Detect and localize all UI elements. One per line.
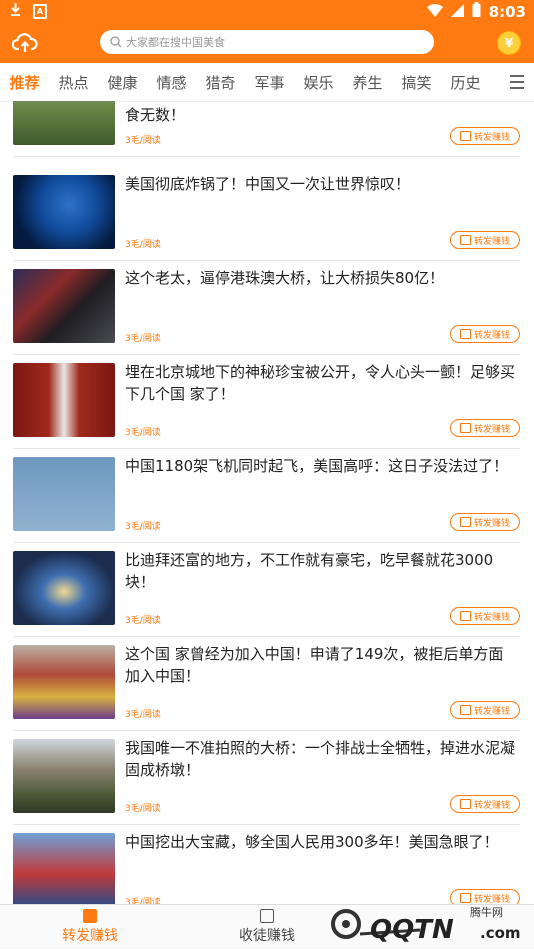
list-item[interactable]: 比迪拜还富的地方，不工作就有豪宅，吃早餐就花3000块！ 3毛/阅读 转发赚钱 (13, 543, 520, 637)
list-item[interactable]: 这个老太，逼停港珠澳大桥，让大桥损失80亿！ 3毛/阅读 转发赚钱 (13, 261, 520, 355)
share-label: 转发赚钱 (473, 612, 510, 623)
search-icon (110, 36, 122, 48)
tab-wellness[interactable]: 养生 (343, 72, 392, 93)
share-label: 转发赚钱 (473, 800, 510, 811)
svg-text:.com: .com (480, 924, 521, 942)
share-earn-button[interactable]: 转发赚钱 (450, 795, 520, 813)
status-bar: A 8:03 (0, 0, 534, 23)
share-icon (459, 517, 471, 527)
article-thumbnail (13, 551, 115, 625)
article-price: 3毛/阅读 (125, 334, 161, 344)
watermark-site: 腾牛网 (470, 905, 503, 919)
menu-icon[interactable] (510, 75, 524, 93)
article-price: 3毛/阅读 (125, 522, 161, 532)
nav-recruit-earn[interactable]: 收徒赚钱 (207, 909, 327, 945)
list-item[interactable]: 埋在北京城地下的神秘珍宝被公开，令人心头一颤！足够买下几个国 家了！ 3毛/阅读… (13, 355, 520, 449)
nav-share-earn[interactable]: 转发赚钱 (30, 909, 150, 945)
article-thumbnail (13, 645, 115, 719)
article-thumbnail (13, 833, 115, 904)
share-label: 转发赚钱 (473, 236, 510, 247)
share-label: 转发赚钱 (473, 424, 510, 435)
tab-curious[interactable]: 猎奇 (196, 72, 245, 93)
tab-hot[interactable]: 热点 (49, 72, 98, 93)
battery-icon (472, 2, 481, 21)
article-title: 这个老太，逼停港珠澳大桥，让大桥损失80亿！ (125, 269, 445, 287)
share-earn-button[interactable]: 转发赚钱 (450, 127, 520, 145)
article-list[interactable]: 食无数！ 3毛/阅读 转发赚钱 美国彻底炸锅了！中国又一次让世界惊叹！ 3毛/阅… (0, 101, 534, 904)
svg-text:QQTN: QQTN (370, 915, 454, 945)
article-title: 比迪拜还富的地方，不工作就有豪宅，吃早餐就花3000块！ (125, 551, 494, 591)
tab-funny[interactable]: 搞笑 (392, 72, 441, 93)
article-thumbnail (13, 101, 115, 145)
article-thumbnail (13, 739, 115, 813)
article-price: 3毛/阅读 (125, 428, 161, 438)
share-earn-button[interactable]: 转发赚钱 (450, 231, 520, 249)
nav-label: 转发赚钱 (62, 928, 118, 944)
article-title: 埋在北京城地下的神秘珍宝被公开，令人心头一颤！足够买下几个国 家了！ (125, 363, 516, 403)
tab-entertainment[interactable]: 娱乐 (294, 72, 343, 93)
tab-emotion[interactable]: 情感 (147, 72, 196, 93)
tab-recommend[interactable]: 推荐 (0, 72, 49, 93)
article-price: 3毛/阅读 (125, 616, 161, 626)
share-icon (459, 611, 471, 621)
download-icon (10, 3, 21, 20)
share-label: 转发赚钱 (473, 518, 510, 529)
share-earn-button[interactable]: 转发赚钱 (450, 325, 520, 343)
article-title: 食无数！ (125, 106, 186, 124)
search-placeholder: 大家都在搜中国美食 (126, 36, 225, 49)
clock: 8:03 (488, 2, 526, 21)
share-earn-button[interactable]: 转发赚钱 (450, 701, 520, 719)
share-earn-button[interactable]: 转发赚钱 (450, 419, 520, 437)
article-thumbnail (13, 269, 115, 343)
coin-icon[interactable]: ¥ (497, 31, 521, 55)
a-icon: A (33, 4, 47, 19)
share-icon (459, 329, 471, 339)
article-title: 美国彻底炸锅了！中国又一次让世界惊叹！ (125, 175, 411, 193)
share-icon (459, 235, 471, 245)
article-thumbnail (13, 457, 115, 531)
list-item[interactable]: 中国挖出大宝藏，够全国人民用300多年！美国急眼了！ 3毛/阅读 转发赚钱 (13, 825, 520, 904)
tab-history[interactable]: 历史 (441, 72, 490, 93)
search-input[interactable]: 大家都在搜中国美食 (100, 30, 434, 54)
share-label: 转发赚钱 (473, 132, 510, 143)
list-item[interactable]: 我国唯一不准拍照的大桥：一个排战士全牺牲，掉进水泥凝固成桥墩！ 3毛/阅读 转发… (13, 731, 520, 825)
cloud-upload-icon[interactable] (12, 30, 38, 56)
list-item[interactable]: 中国1180架飞机同时起飞，美国高呼：这日子没法过了！ 3毛/阅读 转发赚钱 (13, 449, 520, 543)
article-thumbnail (13, 363, 115, 437)
share-icon (459, 705, 471, 715)
share-earn-icon (83, 909, 97, 923)
tab-health[interactable]: 健康 (98, 72, 147, 93)
list-item[interactable]: 美国彻底炸锅了！中国又一次让世界惊叹！ 3毛/阅读 转发赚钱 (13, 167, 520, 261)
share-earn-button[interactable]: 转发赚钱 (450, 607, 520, 625)
list-item[interactable]: 食无数！ 3毛/阅读 转发赚钱 (13, 101, 520, 157)
article-title: 这个国 家曾经为加入中国！申请了149次，被拒后单方面加入中国！ (125, 645, 504, 685)
share-icon (459, 131, 471, 141)
category-tabs: 推荐 热点 健康 情感 猎奇 军事 娱乐 养生 搞笑 历史 (0, 63, 534, 102)
wifi-icon (426, 3, 443, 21)
article-price: 3毛/阅读 (125, 710, 161, 720)
share-icon (459, 799, 471, 809)
share-label: 转发赚钱 (473, 330, 510, 341)
article-title: 中国挖出大宝藏，够全国人民用300多年！美国急眼了！ (125, 833, 499, 851)
signal-icon (450, 3, 464, 21)
tab-military[interactable]: 军事 (245, 72, 294, 93)
article-title: 中国1180架飞机同时起飞，美国高呼：这日子没法过了！ (125, 457, 509, 475)
nav-label: 收徒赚钱 (239, 928, 295, 944)
share-earn-button[interactable]: 转发赚钱 (450, 513, 520, 531)
share-label: 转发赚钱 (473, 706, 510, 717)
recruit-icon (260, 909, 274, 923)
article-title: 我国唯一不准拍照的大桥：一个排战士全牺牲，掉进水泥凝固成桥墩！ (125, 739, 516, 779)
article-price: 3毛/阅读 (125, 804, 161, 814)
app-header: 大家都在搜中国美食 ¥ (0, 23, 534, 63)
qqtn-logo: QQTN .com 腾牛网 (331, 905, 521, 945)
share-icon (459, 423, 471, 433)
watermark: QQTN .com 腾牛网 (330, 902, 534, 948)
article-price: 3毛/阅读 (125, 240, 161, 250)
article-thumbnail (13, 175, 115, 249)
article-price: 3毛/阅读 (125, 136, 161, 146)
article-price: 3毛/阅读 (125, 898, 161, 904)
list-item[interactable]: 这个国 家曾经为加入中国！申请了149次，被拒后单方面加入中国！ 3毛/阅读 转… (13, 637, 520, 731)
